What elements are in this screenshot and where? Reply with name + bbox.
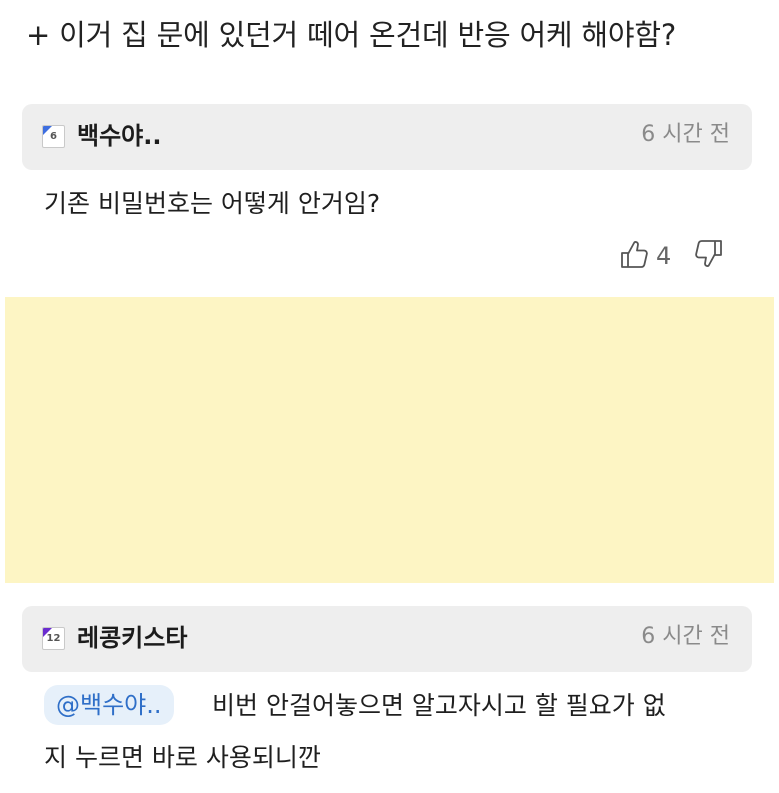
comment-username[interactable]: 백수야.. xyxy=(77,119,161,153)
vote-row: 4 xyxy=(620,236,723,276)
ad-banner[interactable] xyxy=(5,297,774,583)
level-number: 12 xyxy=(46,633,61,644)
mention-chip[interactable]: @백수야.. xyxy=(44,685,174,725)
comment-timestamp: 6 시간 전 xyxy=(641,122,730,147)
like-button[interactable]: 4 xyxy=(620,239,695,273)
level-badge-icon: 12 xyxy=(42,627,65,650)
thumbs-up-icon xyxy=(620,239,648,273)
like-count: 4 xyxy=(656,242,672,270)
comment-header: 6 백수야.. 6 시간 전 xyxy=(22,104,752,170)
comment-body-line: 지 누르면 바로 사용되니깐 xyxy=(44,743,321,772)
thumbs-down-icon xyxy=(695,239,723,273)
post-title: + 이거 집 문에 있던거 떼어 온건데 반응 어케 해야함? xyxy=(26,18,677,52)
comment-body: 기존 비밀번호는 어떻게 안거임? xyxy=(44,189,381,218)
dislike-button[interactable] xyxy=(695,239,723,273)
comment-timestamp: 6 시간 전 xyxy=(641,624,730,649)
comment-username[interactable]: 레콩키스타 xyxy=(77,621,187,655)
level-number: 6 xyxy=(50,131,57,142)
comment-header: 12 레콩키스타 6 시간 전 xyxy=(22,606,752,672)
comment-body-line: 비번 안걸어놓으면 알고자시고 할 필요가 없 xyxy=(212,691,666,720)
level-badge-icon: 6 xyxy=(42,125,65,148)
